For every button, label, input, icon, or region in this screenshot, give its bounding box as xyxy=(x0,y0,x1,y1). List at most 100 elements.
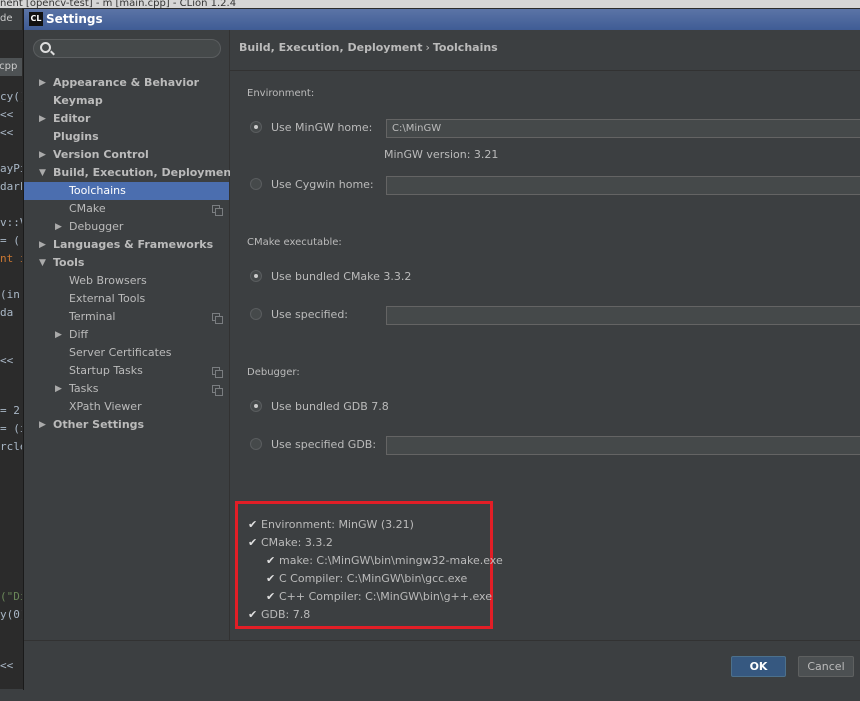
mingw-home-field[interactable]: C:\MinGW xyxy=(386,119,860,138)
summary-gdb-text: GDB: 7.8 xyxy=(261,608,311,621)
radio-selected-icon[interactable] xyxy=(250,270,262,282)
breadcrumb-separator: › xyxy=(425,41,430,54)
cmake-path-field[interactable] xyxy=(386,306,860,325)
use-specified-gdb-label: Use specified GDB: xyxy=(271,438,377,451)
collapsed-arrow-icon[interactable]: ▶ xyxy=(55,326,65,344)
code-line: << ' xyxy=(0,659,22,672)
sidebar-item-terminal[interactable]: Terminal xyxy=(24,308,229,326)
ide-file-tab[interactable]: .cpp xyxy=(0,58,22,76)
code-line: dark xyxy=(0,180,22,193)
sidebar-item-web-browsers[interactable]: Web Browsers xyxy=(24,272,229,290)
sidebar-item-diff[interactable]: ▶ Diff xyxy=(24,326,229,344)
debugger-group-title: Debugger: xyxy=(247,367,300,378)
dialog-title-bar[interactable]: CL Settings xyxy=(24,9,860,30)
summary-c-compiler-text: C Compiler: C:\MinGW\bin\gcc.exe xyxy=(279,572,468,585)
cmake-group-title: CMake executable: xyxy=(247,237,342,248)
sidebar-item-server-certificates[interactable]: Server Certificates xyxy=(24,344,229,362)
sidebar-item-languages-frameworks[interactable]: ▶ Languages & Frameworks xyxy=(24,236,229,254)
collapsed-arrow-icon[interactable]: ▶ xyxy=(39,146,49,164)
sidebar-item-label: External Tools xyxy=(69,292,146,305)
summary-environment-text: Environment: MinGW (3.21) xyxy=(261,518,414,531)
sidebar-item-label: Plugins xyxy=(53,130,99,143)
collapsed-arrow-icon[interactable]: ▶ xyxy=(55,218,65,236)
sidebar-item-appearance-behavior[interactable]: ▶ Appearance & Behavior xyxy=(24,74,229,92)
sidebar-item-label: Keymap xyxy=(53,94,103,107)
gdb-path-field[interactable] xyxy=(386,436,860,455)
code-line: << ' xyxy=(0,126,22,139)
code-line: = (i xyxy=(0,422,22,435)
code-line: v::V xyxy=(0,216,22,229)
collapsed-arrow-icon[interactable]: ▶ xyxy=(39,74,49,92)
sidebar-item-label: XPath Viewer xyxy=(69,400,142,413)
mingw-version-text: MinGW version: 3.21 xyxy=(384,148,499,161)
settings-search-input[interactable] xyxy=(33,39,221,58)
ide-title-bar: nent [opencv-test] - m [main.cpp] - CLio… xyxy=(0,0,860,8)
code-line: = ( xyxy=(0,234,20,247)
sidebar-item-keymap[interactable]: Keymap xyxy=(24,92,229,110)
expanded-arrow-icon[interactable]: ▼ xyxy=(39,164,49,182)
sidebar-item-toolchains[interactable]: Toolchains xyxy=(24,182,229,200)
expanded-arrow-icon[interactable]: ▼ xyxy=(39,254,49,272)
sidebar-item-debugger[interactable]: ▶ Debugger xyxy=(24,218,229,236)
checkmark-icon: ✔ xyxy=(248,536,258,549)
breadcrumb: Build, Execution, Deployment › Toolchains xyxy=(239,41,498,54)
sidebar-item-editor[interactable]: ▶ Editor xyxy=(24,110,229,128)
sidebar-item-label: Web Browsers xyxy=(69,274,147,287)
sidebar-item-build-execution-deployment[interactable]: ▼ Build, Execution, Deployment xyxy=(24,164,236,182)
project-settings-icon xyxy=(212,205,223,216)
sidebar-item-plugins[interactable]: Plugins xyxy=(24,128,229,146)
code-line: (in xyxy=(0,288,20,301)
radio-unselected-icon[interactable] xyxy=(250,178,262,190)
summary-make-text: make: C:\MinGW\bin\mingw32-make.exe xyxy=(279,554,503,567)
dialog-title: Settings xyxy=(46,12,103,26)
ide-tab[interactable]: de xyxy=(0,8,22,30)
use-bundled-gdb-label: Use bundled GDB 7.8 xyxy=(271,400,389,413)
code-line: nt i xyxy=(0,252,22,265)
sidebar-item-cmake[interactable]: CMake xyxy=(24,200,229,218)
project-settings-icon xyxy=(212,367,223,378)
radio-unselected-icon[interactable] xyxy=(250,308,262,320)
sidebar-item-label: Startup Tasks xyxy=(69,364,143,377)
collapsed-arrow-icon[interactable]: ▶ xyxy=(39,236,49,254)
settings-sidebar: ▶ Appearance & Behavior Keymap ▶ Editor Plugi… xyxy=(24,30,236,640)
sidebar-item-label: Languages & Frameworks xyxy=(53,238,214,251)
sidebar-item-label: Terminal xyxy=(69,310,116,323)
sidebar-item-label: Server Certificates xyxy=(69,346,172,359)
sidebar-item-tasks[interactable]: ▶ Tasks xyxy=(24,380,229,398)
radio-selected-icon[interactable] xyxy=(250,400,262,412)
code-line: << ' xyxy=(0,108,22,121)
cygwin-home-field[interactable] xyxy=(386,176,860,195)
checkmark-icon: ✔ xyxy=(266,572,276,585)
sidebar-item-label: Tools xyxy=(53,256,85,269)
sidebar-item-label: Appearance & Behavior xyxy=(53,76,200,89)
project-settings-icon xyxy=(212,385,223,396)
sidebar-item-xpath-viewer[interactable]: XPath Viewer xyxy=(24,398,229,416)
summary-cmake-text: CMake: 3.3.2 xyxy=(261,536,333,549)
dialog-footer: OK Cancel xyxy=(24,640,860,691)
sidebar-item-version-control[interactable]: ▶ Version Control xyxy=(24,146,229,164)
sidebar-item-label: Debugger xyxy=(69,220,124,233)
breadcrumb-parent: Build, Execution, Deployment xyxy=(239,41,423,54)
use-specified-cmake-label: Use specified: xyxy=(271,308,349,321)
checkmark-icon: ✔ xyxy=(248,518,258,531)
checkmark-icon: ✔ xyxy=(266,590,276,603)
radio-selected-icon[interactable] xyxy=(250,121,262,133)
summary-cpp-compiler-text: C++ Compiler: C:\MinGW\bin\g++.exe xyxy=(279,590,492,603)
collapsed-arrow-icon[interactable]: ▶ xyxy=(39,110,49,128)
cancel-button[interactable]: Cancel xyxy=(798,656,854,677)
settings-dialog: CL Settings ▶ Appearance & Behavior Keymap… xyxy=(23,9,860,691)
sidebar-item-other-settings[interactable]: ▶ Other Settings xyxy=(24,416,229,434)
ok-button[interactable]: OK xyxy=(731,656,786,677)
sidebar-item-external-tools[interactable]: External Tools xyxy=(24,290,229,308)
sidebar-item-startup-tasks[interactable]: Startup Tasks xyxy=(24,362,229,380)
sidebar-item-tools[interactable]: ▼ Tools xyxy=(24,254,229,272)
collapsed-arrow-icon[interactable]: ▶ xyxy=(39,416,49,434)
use-mingw-label: Use MinGW home: xyxy=(271,121,373,134)
header-divider xyxy=(230,70,860,71)
code-line: = 2 xyxy=(0,404,20,417)
code-line: y(0) xyxy=(0,608,22,621)
radio-unselected-icon[interactable] xyxy=(250,438,262,450)
sidebar-item-label: Tasks xyxy=(69,382,99,395)
sidebar-item-label: Diff xyxy=(69,328,89,341)
collapsed-arrow-icon[interactable]: ▶ xyxy=(55,380,65,398)
